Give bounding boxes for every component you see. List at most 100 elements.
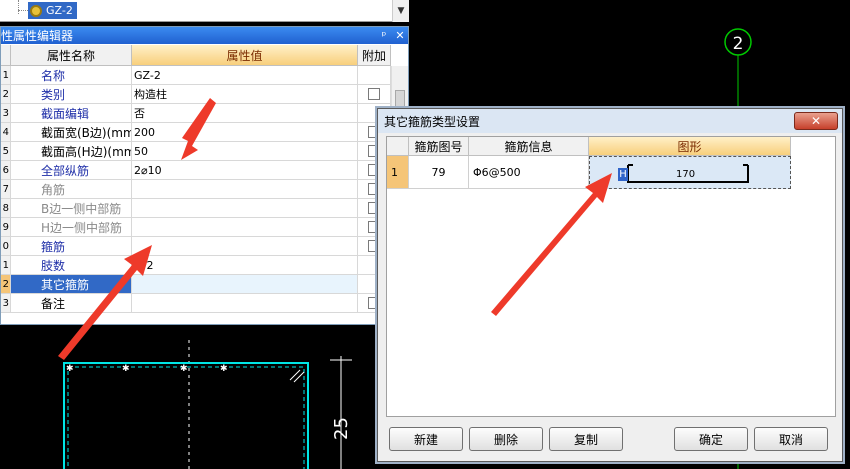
row-index: 1 <box>1 66 11 84</box>
property-value-cell[interactable]: 构造柱 <box>132 85 358 103</box>
delete-button[interactable]: 删除 <box>469 427 543 451</box>
row-index: 5 <box>1 142 11 160</box>
property-value-cell[interactable] <box>132 180 358 198</box>
tree-connector <box>18 10 28 11</box>
table-row[interactable]: 8 B边一侧中部筋 <box>1 199 391 218</box>
table-row[interactable]: 2 其它箍筋 <box>1 275 391 294</box>
table-row[interactable]: 4 截面宽(B边)(mm) 200 <box>1 123 391 142</box>
header-index <box>1 45 11 66</box>
header-index <box>387 137 409 156</box>
hook-mark <box>293 371 305 383</box>
hook-mark <box>289 369 301 381</box>
table-row[interactable]: 1 79 Φ6@500 H 170 <box>387 156 791 189</box>
tree-scroll-down[interactable]: ▼ <box>392 0 409 22</box>
row-index: 4 <box>1 123 11 141</box>
tree-connector <box>18 0 19 14</box>
property-name-cell[interactable]: 全部纵筋 <box>11 161 132 179</box>
table-row[interactable]: 9 H边一侧中部筋 <box>1 218 391 237</box>
stirrup-shape-cell[interactable]: H 170 <box>589 156 791 189</box>
property-name-cell[interactable]: 备注 <box>11 294 132 312</box>
dialog-close-button[interactable]: ✕ <box>794 112 838 130</box>
dimension-text: 25 <box>331 417 352 440</box>
property-name-cell[interactable]: 截面高(H边)(mm) <box>11 142 132 160</box>
extra-checkbox-cell <box>358 66 391 84</box>
property-value-cell[interactable]: 1*2 <box>132 256 358 274</box>
property-value-cell[interactable]: GZ-2 <box>132 66 358 84</box>
table-row[interactable]: 1 名称 GZ-2 <box>1 66 391 85</box>
ok-button[interactable]: 确定 <box>674 427 748 451</box>
header-stirrup-number[interactable]: 箍筋图号 <box>409 137 469 156</box>
property-name-cell[interactable]: 名称 <box>11 66 132 84</box>
text-cursor: H <box>618 168 628 181</box>
stirrup-number-cell[interactable]: 79 <box>409 156 469 189</box>
row-index: 8 <box>1 199 11 217</box>
row-index: 7 <box>1 180 11 198</box>
header-property-value[interactable]: 属性值 <box>132 45 358 66</box>
property-value-cell[interactable] <box>132 275 358 293</box>
property-name-cell[interactable]: 类别 <box>11 85 132 103</box>
property-value-cell[interactable]: 2⌀10 <box>132 161 358 179</box>
rebar-mark: ✱ <box>66 364 74 374</box>
property-value-cell[interactable] <box>132 218 358 236</box>
row-index: 2 <box>1 275 11 293</box>
row-index: 6 <box>1 161 11 179</box>
stirrup-info-cell[interactable]: Φ6@500 <box>469 156 589 189</box>
table-row[interactable]: 6 全部纵筋 2⌀10 <box>1 161 391 180</box>
row-index: 2 <box>1 85 11 103</box>
header-shape[interactable]: 图形 <box>589 137 791 156</box>
header-stirrup-info[interactable]: 箍筋信息 <box>469 137 589 156</box>
property-rows: 1 名称 GZ-2 2 类别 构造柱 3 截面编辑否 4 截面宽(B边)(mm) 200 5 截面高(H… <box>1 66 391 313</box>
extra-checkbox-cell <box>358 85 391 103</box>
table-row[interactable]: 5 截面高(H边)(mm) 50 <box>1 142 391 161</box>
property-value-cell[interactable] <box>132 237 358 255</box>
row-index: 0 <box>1 237 11 255</box>
stirrup-type-dialog: 其它箍筋类型设置 ✕ 箍筋图号 箍筋信息 图形 1 79 Φ6@500 H 17… <box>377 108 843 462</box>
property-name-cell[interactable]: 角筋 <box>11 180 132 198</box>
table-row[interactable]: 7 角筋 <box>1 180 391 199</box>
property-name-cell[interactable]: 肢数 <box>11 256 132 274</box>
property-editor-title: 性属性编辑器 <box>1 29 74 43</box>
table-row[interactable]: 1 肢数 1*2 <box>1 256 391 275</box>
table-row[interactable]: 3 截面编辑否 <box>1 104 391 123</box>
component-tree: GZ-2 ▼ <box>0 0 409 22</box>
row-index: 1 <box>1 256 11 274</box>
property-value-cell[interactable]: 200 <box>132 123 358 141</box>
property-value-cell[interactable] <box>132 294 358 312</box>
property-editor: 性属性编辑器 ᵖ ✕ 属性名称 属性值 附加 1 名称 GZ-2 2 类别 构造柱 3 截面编… <box>0 26 409 325</box>
extra-checkbox[interactable] <box>368 88 380 100</box>
property-name-cell[interactable]: B边一侧中部筋 <box>11 199 132 217</box>
shape-length-input[interactable]: 170 <box>676 169 695 180</box>
property-name-cell[interactable]: 截面编辑 <box>11 104 132 122</box>
new-button[interactable]: 新建 <box>389 427 463 451</box>
header-extra[interactable]: 附加 <box>358 45 391 66</box>
property-name-cell[interactable]: 截面宽(B边)(mm) <box>11 123 132 141</box>
stirrup-table-header: 箍筋图号 箍筋信息 图形 <box>387 137 791 156</box>
dialog-title: 其它箍筋类型设置 <box>384 114 481 129</box>
pin-icon[interactable]: ᵖ <box>376 29 392 42</box>
rebar-mark: ✱ <box>180 364 188 374</box>
property-name-cell[interactable]: H边一侧中部筋 <box>11 218 132 236</box>
stirrup-table: 箍筋图号 箍筋信息 图形 1 79 Φ6@500 H 170 <box>386 136 836 417</box>
gear-icon <box>30 4 42 17</box>
rebar-mark: ✱ <box>220 364 228 374</box>
tree-node-gz2[interactable]: GZ-2 <box>28 2 77 19</box>
row-index: 3 <box>1 294 11 312</box>
property-value-cell[interactable]: 否 <box>132 104 358 122</box>
property-name-cell[interactable]: 其它箍筋 <box>11 275 132 293</box>
stirrup-outline <box>67 366 305 469</box>
chevron-down-icon: ▼ <box>397 6 405 16</box>
cancel-button[interactable]: 取消 <box>754 427 828 451</box>
dialog-titlebar[interactable]: 其它箍筋类型设置 ✕ <box>378 109 842 133</box>
property-value-cell[interactable]: 50 <box>132 142 358 160</box>
row-index: 1 <box>387 156 409 189</box>
close-icon[interactable]: ✕ <box>392 29 408 42</box>
property-value-cell[interactable] <box>132 199 358 217</box>
tree-node-label: GZ-2 <box>46 4 73 17</box>
property-editor-titlebar[interactable]: 性属性编辑器 ᵖ ✕ <box>1 27 408 44</box>
property-name-cell[interactable]: 箍筋 <box>11 237 132 255</box>
header-property-name[interactable]: 属性名称 <box>11 45 132 66</box>
table-row[interactable]: 0 箍筋 <box>1 237 391 256</box>
copy-button[interactable]: 复制 <box>549 427 623 451</box>
table-row[interactable]: 3 备注 <box>1 294 391 313</box>
table-row[interactable]: 2 类别 构造柱 <box>1 85 391 104</box>
